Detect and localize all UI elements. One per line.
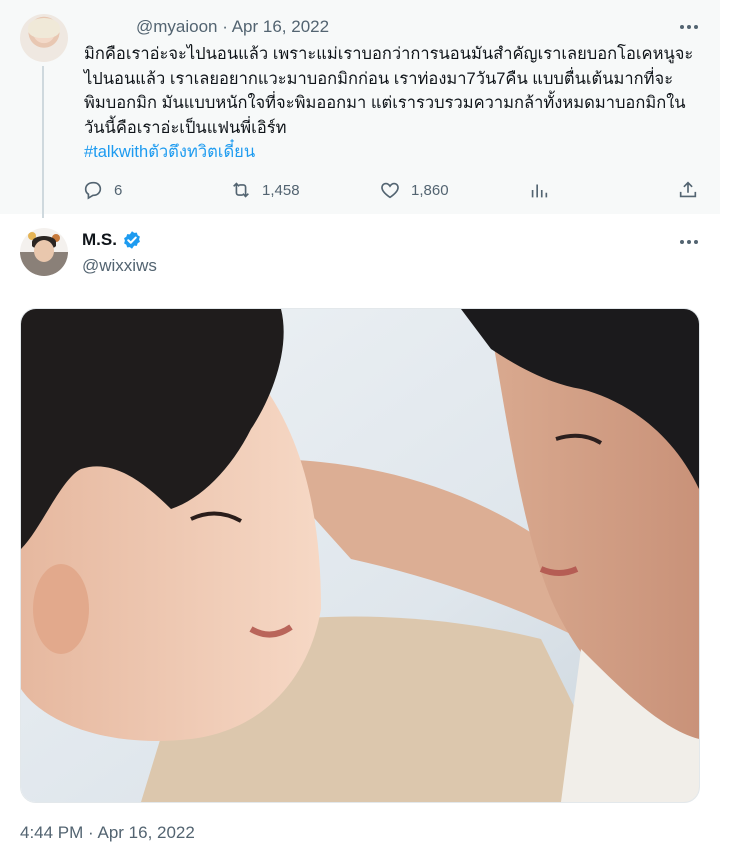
photo-illustration xyxy=(21,309,699,802)
parent-tweet-text: มิกคือเราอ่ะจะไปนอนแล้ว เพราะแม่เราบอกว่… xyxy=(84,42,714,165)
parent-handle[interactable]: @myaioon xyxy=(136,17,218,36)
share-icon xyxy=(679,181,697,198)
like-count: 1,860 xyxy=(411,181,449,199)
tweet-text-line: ไปนอนแล้ว เราเลยอยากแวะมาบอกมิกก่อน เราท… xyxy=(84,69,674,88)
reply-count: 6 xyxy=(114,181,123,199)
reply-button[interactable]: 6 xyxy=(82,178,122,202)
retweet-button[interactable]: 1,458 xyxy=(230,178,300,202)
tweet-text-line: พิมบอกมิก มันแบบหนักใจที่จะพิมออกมา แต่เ… xyxy=(84,94,686,112)
author-name-row[interactable]: M.S. xyxy=(82,230,142,250)
parent-avatar[interactable] xyxy=(20,14,68,62)
verified-badge-icon xyxy=(124,231,140,249)
parent-handle-date: @myaioon · Apr 16, 2022 xyxy=(136,17,329,37)
tweet-timestamp[interactable]: 4:44 PM · Apr 16, 2022 xyxy=(20,823,195,843)
analytics-icon xyxy=(531,184,548,198)
date-separator: · xyxy=(222,17,228,36)
parent-date[interactable]: Apr 16, 2022 xyxy=(232,17,329,36)
analytics-button[interactable] xyxy=(528,178,550,202)
tweet-text-line: วันนี้คือเราอ่ะเป็นแฟนพี่เอิร์ท xyxy=(84,118,287,137)
tweet-text-line: มิกคือเราอ่ะจะไปนอนแล้ว เพราะแม่เราบอกว่… xyxy=(84,45,694,63)
author-handle[interactable]: @wixxiws xyxy=(82,256,157,276)
more-horizontal-icon[interactable] xyxy=(678,22,700,33)
share-button[interactable] xyxy=(677,178,699,202)
author-name[interactable]: M.S. xyxy=(82,230,117,250)
more-horizontal-icon[interactable] xyxy=(678,237,700,248)
thread-connector-line xyxy=(42,66,44,218)
retweet-count: 1,458 xyxy=(262,181,300,199)
main-avatar[interactable] xyxy=(20,228,68,276)
tweet-photo[interactable] xyxy=(20,308,700,803)
like-icon xyxy=(381,182,399,199)
hashtag-link[interactable]: #talkwithตัวตึงทวิตเดี๋ยน xyxy=(84,140,714,165)
like-button[interactable]: 1,860 xyxy=(379,178,449,202)
reply-icon xyxy=(84,181,102,200)
retweet-icon xyxy=(233,182,249,198)
